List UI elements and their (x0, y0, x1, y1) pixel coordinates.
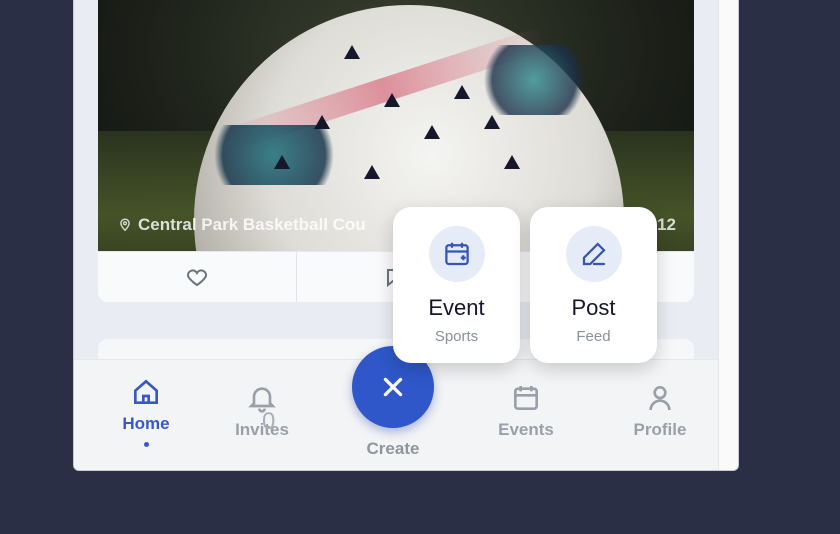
create-event-title: Event (428, 295, 485, 320)
calendar-icon (514, 386, 538, 410)
calendar-plus-icon (444, 242, 469, 266)
create-post-icon-circle (565, 226, 622, 282)
tab-profile-label: Profile (633, 420, 687, 439)
tab-home[interactable]: Home (106, 376, 186, 447)
create-event-option[interactable]: Event Sports (393, 207, 520, 363)
tab-profile[interactable]: Profile (620, 382, 700, 440)
close-icon (383, 377, 403, 397)
tab-invites[interactable]: 0 Invites (224, 382, 300, 440)
user-icon (649, 386, 671, 411)
like-button[interactable] (98, 252, 297, 302)
pencil-icon (582, 242, 606, 266)
create-label: Create (366, 439, 420, 458)
tab-home-label: Home (122, 414, 170, 433)
location-text: Central Park Basketball Cou (138, 215, 366, 234)
create-event-icon-circle (428, 226, 485, 282)
scrollbar[interactable] (718, 0, 738, 470)
active-tab-indicator (143, 442, 149, 447)
tab-events-label: Events (498, 420, 554, 439)
create-post-subtitle: Feed (576, 328, 611, 345)
create-event-subtitle: Sports (434, 328, 479, 345)
create-post-option[interactable]: Post Feed (530, 207, 657, 363)
invites-count-badge: 0 (262, 408, 276, 435)
heart-icon (186, 269, 208, 287)
tab-events[interactable]: Events (486, 382, 566, 440)
post-timestamp: 12 (657, 215, 676, 234)
create-post-title: Post (571, 295, 616, 320)
map-pin-icon (120, 218, 130, 232)
post-location: Central Park Basketball Cou (118, 215, 366, 235)
home-icon (134, 379, 158, 404)
